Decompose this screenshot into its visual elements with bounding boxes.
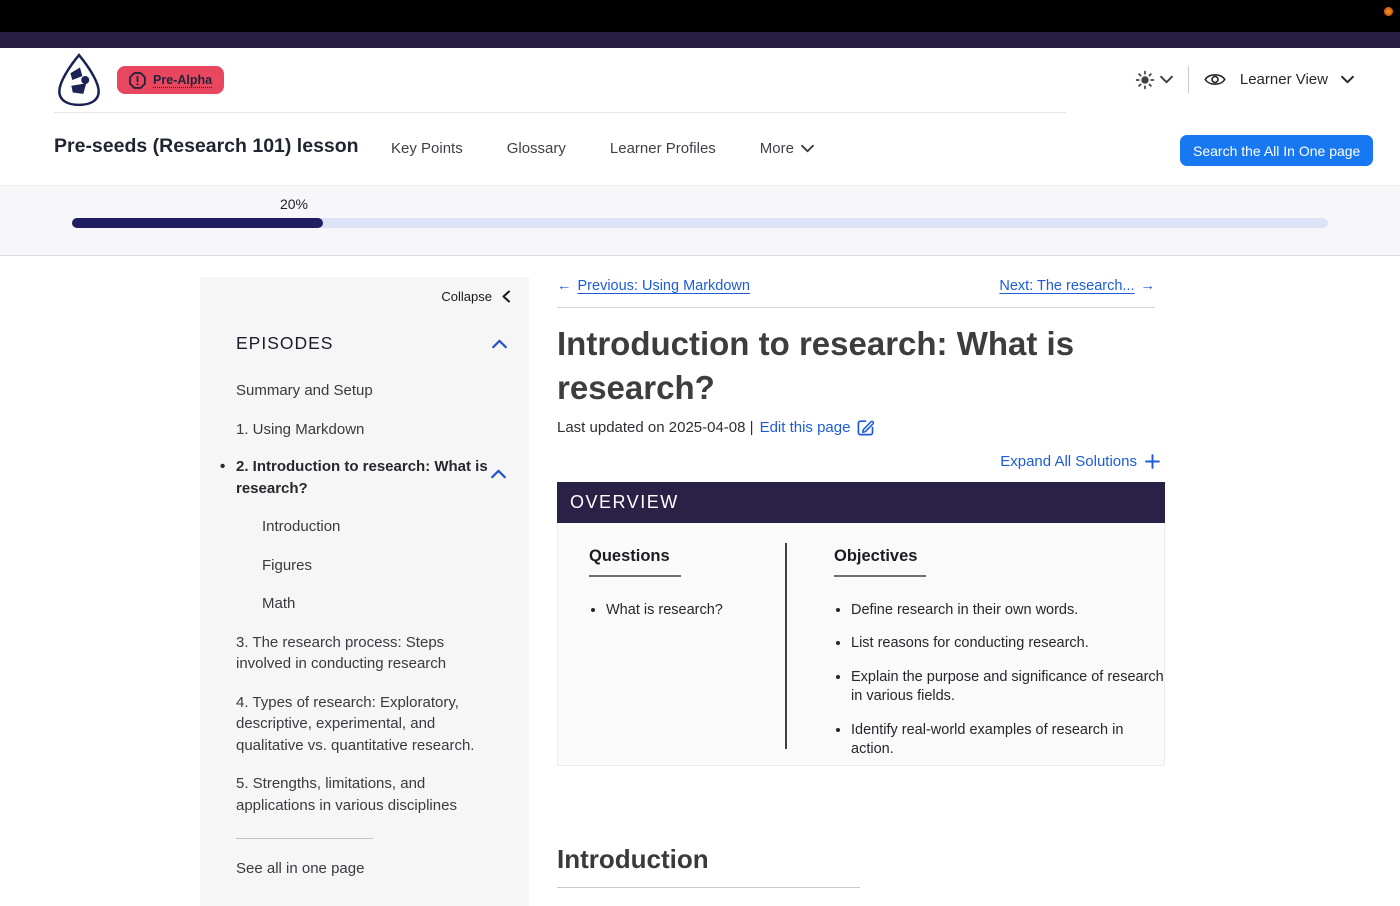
view-mode-label: Learner View bbox=[1240, 71, 1328, 88]
questions-column: Questions What is research? bbox=[589, 547, 774, 634]
chevron-up-icon[interactable] bbox=[491, 469, 506, 479]
chevron-down-icon bbox=[801, 144, 814, 153]
active-item-bullet: • bbox=[220, 456, 225, 478]
overview-header: OVERVIEW bbox=[557, 482, 1165, 523]
question-item: What is research? bbox=[606, 601, 774, 621]
top-purple-strip bbox=[0, 32, 1400, 48]
content-divider bbox=[557, 307, 1155, 308]
objectives-heading-rule bbox=[834, 575, 926, 577]
chevron-down-icon bbox=[1341, 75, 1354, 84]
sidebar-subitem-math[interactable]: Math bbox=[262, 593, 492, 615]
chevron-left-icon bbox=[501, 290, 511, 303]
sidebar-divider bbox=[236, 838, 373, 839]
progress-bar-fill bbox=[72, 218, 323, 228]
top-black-bar bbox=[0, 0, 1400, 32]
nav-key-points[interactable]: Key Points bbox=[391, 140, 463, 157]
overview-column-divider bbox=[785, 543, 787, 749]
prev-next-nav: ← Previous: Using Markdown Next: The res… bbox=[557, 278, 1155, 294]
sidebar-item-introduction-to-research[interactable]: • 2. Introduction to research: What is r… bbox=[236, 456, 492, 499]
expand-all-solutions-link[interactable]: Expand All Solutions bbox=[1000, 453, 1160, 470]
questions-heading-rule bbox=[589, 575, 681, 577]
pre-alpha-badge-label: Pre-Alpha bbox=[153, 73, 212, 87]
introduction-section-rule bbox=[557, 887, 860, 888]
overview-panel: OVERVIEW Questions What is research? Obj… bbox=[557, 482, 1165, 766]
introduction-section-heading: Introduction bbox=[557, 844, 1165, 875]
progress-section: 20% bbox=[0, 185, 1400, 256]
theme-toggle[interactable] bbox=[1135, 70, 1173, 90]
episodes-sidebar: Collapse EPISODES Summary and Setup 1. U… bbox=[200, 277, 529, 906]
updated-meta: Last updated on 2025-04-08 | Edit this p… bbox=[557, 418, 1165, 437]
sidebar-item-research-process[interactable]: 3. The research process: Steps involved … bbox=[236, 632, 492, 675]
sidebar-item-types-of-research[interactable]: 4. Types of research: Exploratory, descr… bbox=[236, 692, 492, 757]
plus-icon bbox=[1145, 454, 1160, 469]
objective-item: Define research in their own words. bbox=[851, 601, 1166, 621]
objectives-column: Objectives Define research in their own … bbox=[834, 547, 1166, 774]
search-all-in-one-button[interactable]: Search the All In One page bbox=[1180, 135, 1373, 166]
progress-bar-track bbox=[72, 218, 1328, 228]
episode-title: Introduction to research: What is resear… bbox=[557, 322, 1147, 410]
header-divider bbox=[54, 112, 1066, 113]
view-mode-dropdown[interactable]: Learner View bbox=[1204, 71, 1354, 88]
nav-more-dropdown[interactable]: More bbox=[760, 140, 814, 157]
episodes-heading: EPISODES bbox=[236, 333, 333, 354]
eye-icon bbox=[1204, 72, 1226, 87]
header-controls: Learner View bbox=[1135, 66, 1354, 93]
sidebar-content: EPISODES Summary and Setup 1. Using Mark… bbox=[236, 333, 507, 877]
objectives-list: Define research in their own words. List… bbox=[834, 601, 1166, 760]
chevron-down-icon bbox=[1160, 75, 1173, 84]
header-nav: Key Points Glossary Learner Profiles Mor… bbox=[391, 140, 814, 157]
objective-item: List reasons for conducting research. bbox=[851, 634, 1166, 654]
header-vertical-divider bbox=[1188, 66, 1189, 93]
next-episode-link[interactable]: Next: The research... → bbox=[999, 278, 1155, 294]
site-title: Pre-seeds (Research 101) lesson bbox=[54, 135, 359, 158]
objectives-heading: Objectives bbox=[834, 547, 1166, 566]
header: Pre-Alpha bbox=[0, 48, 1400, 185]
overview-body: Questions What is research? Objectives D… bbox=[557, 523, 1165, 766]
sidebar-subitem-figures[interactable]: Figures bbox=[262, 555, 492, 577]
warning-octagon-icon bbox=[129, 72, 146, 89]
previous-episode-link[interactable]: ← Previous: Using Markdown bbox=[557, 278, 750, 294]
last-updated-text: Last updated on 2025-04-08 | bbox=[557, 419, 754, 436]
sidebar-subitem-introduction[interactable]: Introduction bbox=[262, 516, 492, 538]
expand-row: Expand All Solutions bbox=[557, 453, 1160, 470]
sidebar-item-strengths-limitations[interactable]: 5. Strengths, limitations, and applicati… bbox=[236, 773, 492, 816]
chevron-up-icon bbox=[492, 339, 507, 349]
site-logo[interactable] bbox=[56, 53, 102, 107]
sidebar-item-summary-and-setup[interactable]: Summary and Setup bbox=[236, 380, 492, 402]
arrow-left-icon: ← bbox=[557, 278, 572, 294]
sidebar-see-all-link[interactable]: See all in one page bbox=[236, 860, 507, 877]
seed-egg-icon bbox=[56, 53, 102, 107]
questions-list: What is research? bbox=[589, 601, 774, 621]
sun-icon bbox=[1135, 70, 1155, 90]
nav-glossary[interactable]: Glossary bbox=[507, 140, 566, 157]
episodes-section-toggle[interactable]: EPISODES bbox=[236, 333, 507, 354]
arrow-right-icon: → bbox=[1141, 278, 1156, 294]
main-content: ← Previous: Using Markdown Next: The res… bbox=[557, 278, 1165, 888]
nav-learner-profiles[interactable]: Learner Profiles bbox=[610, 140, 716, 157]
edit-pencil-icon bbox=[856, 418, 875, 437]
questions-heading: Questions bbox=[589, 547, 774, 566]
sidebar-item-using-markdown[interactable]: 1. Using Markdown bbox=[236, 419, 492, 441]
pre-alpha-badge[interactable]: Pre-Alpha bbox=[117, 66, 224, 94]
edit-this-page-link[interactable]: Edit this page bbox=[760, 418, 876, 437]
progress-percent-label: 20% bbox=[272, 196, 316, 212]
objective-item: Identify real-world examples of research… bbox=[851, 721, 1166, 760]
recording-indicator-dot bbox=[1384, 7, 1393, 16]
collapse-label: Collapse bbox=[441, 289, 492, 304]
objective-item: Explain the purpose and significance of … bbox=[851, 668, 1166, 707]
sidebar-collapse-button[interactable]: Collapse bbox=[441, 289, 511, 304]
lesson-page: Pre-Alpha bbox=[0, 0, 1400, 906]
